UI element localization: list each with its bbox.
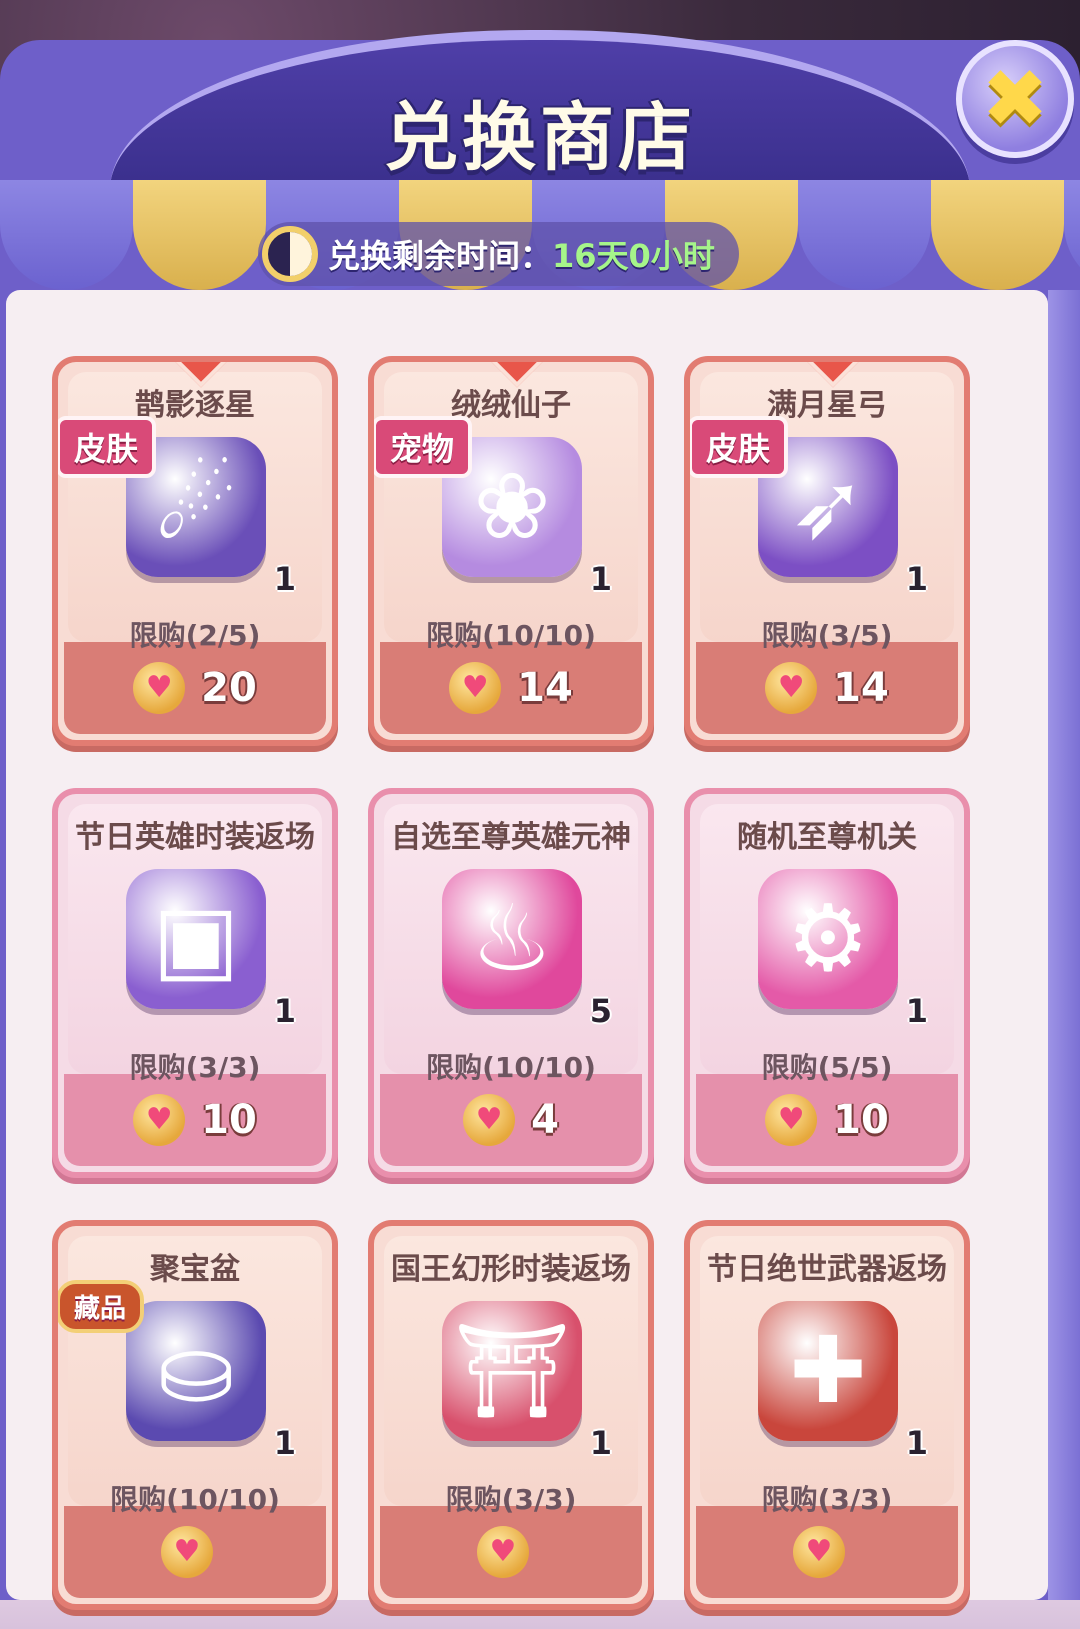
gift-box-icon: ✚ [753, 1296, 903, 1446]
heart-coin-icon: ♥ [477, 1526, 529, 1578]
purchase-limit: 限购(10/10) [110, 1483, 280, 1516]
purchase-limit: 限购(10/10) [426, 1051, 596, 1084]
close-icon: ✖ [981, 52, 1049, 145]
item-name: 国王幻形时装返场 [391, 1252, 631, 1287]
spirit-flame-icon: ♨ [437, 864, 587, 1014]
purchase-limit: 限购(5/5) [761, 1051, 893, 1084]
item-quantity: 1 [589, 560, 612, 598]
shop-item-card[interactable]: 鹊影逐星 皮肤 ☄ 1 限购(2/5) ♥ 20 [52, 356, 338, 746]
purchase-limit: 限购(3/3) [445, 1483, 577, 1516]
item-quantity: 1 [905, 560, 928, 598]
price-bar[interactable]: ♥ [64, 1506, 326, 1598]
shop-item-card[interactable]: 聚宝盆 藏品 ⛀ 1 限购(10/10) ♥ [52, 1220, 338, 1610]
heart-coin-icon: ♥ [133, 1094, 186, 1146]
timer-label: 兑换剩余时间： [328, 237, 553, 275]
panel-right-rail [1048, 290, 1080, 1600]
item-quantity: 1 [273, 560, 296, 598]
shop-item-card[interactable]: 节日英雄时装返场 ▣ 1 限购(3/3) ♥ 10 [52, 788, 338, 1178]
item-name: 节日绝世武器返场 [707, 1252, 947, 1287]
purchase-limit: 限购(10/10) [426, 619, 596, 652]
price-value: 10 [201, 1097, 257, 1143]
timer-value: 16天0小时 [552, 237, 715, 275]
category-badge: 宠物 [374, 416, 473, 478]
category-badge: 藏品 [58, 1280, 145, 1333]
treasure-bowl-icon: ⛀ [121, 1296, 271, 1446]
heart-coin-icon: ♥ [463, 1094, 516, 1146]
purchase-limit: 限购(3/5) [761, 619, 893, 652]
item-name: 节日英雄时装返场 [75, 820, 315, 855]
item-quantity: 1 [905, 1424, 928, 1462]
awning-scallop [798, 180, 931, 290]
heart-coin-icon: ♥ [161, 1526, 213, 1578]
price-bar[interactable]: ♥ 10 [696, 1074, 958, 1166]
category-badge: 皮肤 [58, 416, 157, 478]
heart-coin-icon: ♥ [449, 662, 502, 714]
price-bar[interactable]: ♥ 4 [380, 1074, 642, 1166]
awning-scallop [133, 180, 266, 290]
price-value: 4 [531, 1097, 559, 1143]
shop-item-card[interactable]: 满月星弓 皮肤 ➶ 1 限购(3/5) ♥ 14 [684, 356, 970, 746]
remaining-time-banner: 兑换剩余时间： 16天0小时 [258, 222, 739, 286]
shop-item-card[interactable]: 随机至尊机关 ⚙ 1 限购(5/5) ♥ 10 [684, 788, 970, 1178]
heart-coin-icon: ♥ [765, 662, 818, 714]
price-bar[interactable]: ♥ 14 [380, 642, 642, 734]
lantern-box-icon: ⛩ [437, 1296, 587, 1446]
price-value: 10 [833, 1097, 889, 1143]
price-bar[interactable]: ♥ 14 [696, 642, 958, 734]
heart-coin-icon: ♥ [793, 1526, 845, 1578]
item-quantity: 1 [905, 992, 928, 1030]
shop-item-card[interactable]: 绒绒仙子 宠物 ❀ 1 限购(10/10) ♥ 14 [368, 356, 654, 746]
shop-item-card[interactable]: 节日绝世武器返场 ✚ 1 限购(3/3) ♥ [684, 1220, 970, 1610]
purchase-limit: 限购(3/3) [129, 1051, 261, 1084]
price-value: 14 [833, 665, 889, 711]
price-value: 20 [201, 665, 257, 711]
category-badge: 皮肤 [690, 416, 789, 478]
item-name: 自选至尊英雄元神 [391, 820, 631, 855]
shop-item-card[interactable]: 国王幻形时装返场 ⛩ 1 限购(3/3) ♥ [368, 1220, 654, 1610]
page-title: 兑换商店 [384, 95, 696, 181]
awning-scallop [0, 180, 133, 290]
chest-icon: ▣ [121, 864, 271, 1014]
item-quantity: 5 [589, 992, 612, 1030]
gear-cube-icon: ⚙ [753, 864, 903, 1014]
close-button[interactable]: ✖ [956, 40, 1074, 158]
heart-coin-icon: ♥ [133, 662, 186, 714]
clock-icon [262, 226, 318, 282]
price-bar[interactable]: ♥ [380, 1506, 642, 1598]
purchase-limit: 限购(3/3) [761, 1483, 893, 1516]
purchase-limit: 限购(2/5) [129, 619, 261, 652]
awning-scallop [931, 180, 1064, 290]
price-value: 14 [517, 665, 573, 711]
heart-coin-icon: ♥ [765, 1094, 818, 1146]
item-quantity: 1 [273, 992, 296, 1030]
awning-scallop [1064, 180, 1080, 290]
item-quantity: 1 [273, 1424, 296, 1462]
price-bar[interactable]: ♥ 10 [64, 1074, 326, 1166]
price-bar[interactable]: ♥ 20 [64, 642, 326, 734]
shop-item-card[interactable]: 自选至尊英雄元神 ♨ 5 限购(10/10) ♥ 4 [368, 788, 654, 1178]
item-name: 随机至尊机关 [737, 820, 917, 855]
item-quantity: 1 [589, 1424, 612, 1462]
price-bar[interactable]: ♥ [696, 1506, 958, 1598]
